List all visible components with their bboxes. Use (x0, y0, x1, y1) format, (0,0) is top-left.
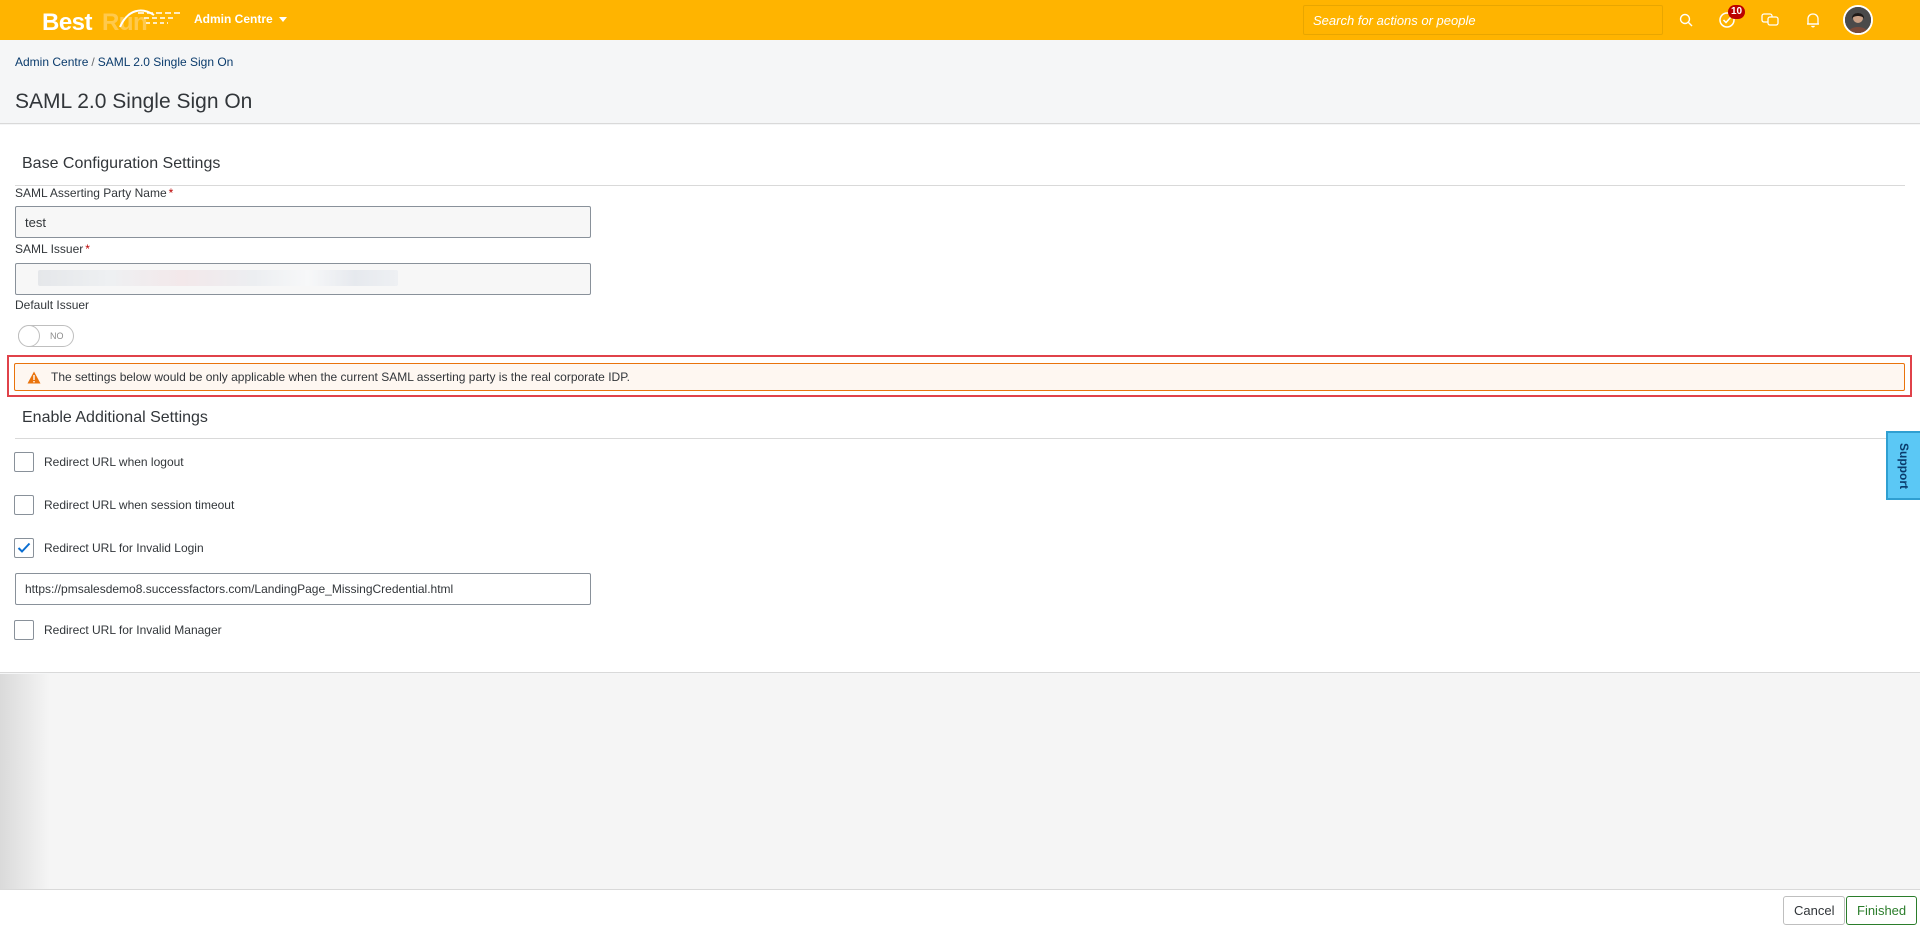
saml-issuer-label-text: SAML Issuer (15, 242, 84, 256)
required-mark: * (168, 186, 174, 200)
asserting-party-label: SAML Asserting Party Name * (15, 186, 173, 200)
bell-icon[interactable] (1801, 8, 1825, 32)
checkbox-redirect-session-timeout[interactable] (14, 495, 34, 515)
option-redirect-invalid-login[interactable]: Redirect URL for Invalid Login (14, 538, 204, 558)
default-issuer-label: Default Issuer (15, 298, 90, 312)
chat-icon[interactable] (1758, 8, 1782, 32)
breadcrumb: Admin Centre / SAML 2.0 Single Sign On (15, 55, 233, 69)
section-divider (15, 185, 1905, 186)
finished-button[interactable]: Finished (1846, 896, 1918, 925)
option-redirect-logout[interactable]: Redirect URL when logout (14, 452, 184, 472)
module-menu-label: Admin Centre (194, 12, 273, 26)
module-menu[interactable]: Admin Centre (194, 12, 287, 26)
asserting-party-name-input[interactable] (15, 206, 591, 238)
search-input[interactable] (1304, 6, 1662, 34)
warning-icon (27, 371, 41, 383)
logo-swoosh-icon (119, 9, 180, 28)
page-header: Admin Centre / SAML 2.0 Single Sign On SAM… (0, 40, 1920, 124)
breadcrumb-current: SAML 2.0 Single Sign On (97, 55, 234, 69)
warning-message-strip: The settings below would be only applica… (14, 363, 1905, 391)
required-mark: * (85, 242, 90, 256)
breadcrumb-separator: / (91, 55, 95, 69)
warning-text: The settings below would be only applica… (51, 370, 630, 384)
option-redirect-invalid-manager[interactable]: Redirect URL for Invalid Manager (14, 620, 222, 640)
settings-panel: Base Configuration Settings SAML Asserti… (0, 125, 1920, 673)
invalid-login-url-input[interactable] (15, 573, 591, 605)
option-label: Redirect URL for Invalid Manager (44, 623, 222, 637)
support-label: Support (1897, 442, 1911, 489)
shell-bar: Best Run Admin Centre 10 (0, 0, 1920, 40)
toggle-state-text: NO (50, 331, 64, 341)
checkbox-redirect-invalid-manager[interactable] (14, 620, 34, 640)
saml-issuer-field (15, 263, 591, 295)
saml-issuer-label: SAML Issuer * (15, 242, 90, 256)
option-redirect-session-timeout[interactable]: Redirect URL when session timeout (14, 495, 234, 515)
default-issuer-toggle[interactable]: NO (18, 325, 74, 347)
logo-text-best: Best (42, 9, 93, 36)
section-divider (15, 438, 1905, 439)
support-tab[interactable]: Support (1886, 431, 1920, 500)
option-label: Redirect URL for Invalid Login (44, 541, 204, 555)
toggle-knob (18, 325, 40, 347)
option-label: Redirect URL when session timeout (44, 498, 235, 512)
breadcrumb-link-admin-centre[interactable]: Admin Centre (15, 55, 88, 69)
global-search[interactable] (1303, 5, 1663, 35)
empty-area (0, 674, 1920, 889)
redacted-value (38, 270, 398, 286)
asserting-party-label-text: SAML Asserting Party Name (15, 186, 167, 200)
checkbox-redirect-invalid-login[interactable] (14, 538, 34, 558)
page-title: SAML 2.0 Single Sign On (15, 90, 253, 113)
user-avatar[interactable] (1843, 5, 1873, 35)
option-label: Redirect URL when logout (44, 455, 184, 469)
company-logo[interactable]: Best Run (42, 5, 180, 36)
todo-icon[interactable]: 10 (1715, 5, 1746, 32)
footer-toolbar: Cancel Finished (0, 889, 1920, 929)
search-icon[interactable] (1674, 8, 1698, 32)
additional-settings-title: Enable Additional Settings (22, 409, 208, 426)
chevron-down-icon (278, 17, 287, 22)
todo-count-badge: 10 (1728, 5, 1746, 19)
checkmark-icon (17, 542, 31, 553)
cancel-button[interactable]: Cancel (1783, 896, 1846, 925)
checkbox-redirect-logout[interactable] (14, 452, 34, 472)
base-config-title: Base Configuration Settings (22, 155, 221, 172)
